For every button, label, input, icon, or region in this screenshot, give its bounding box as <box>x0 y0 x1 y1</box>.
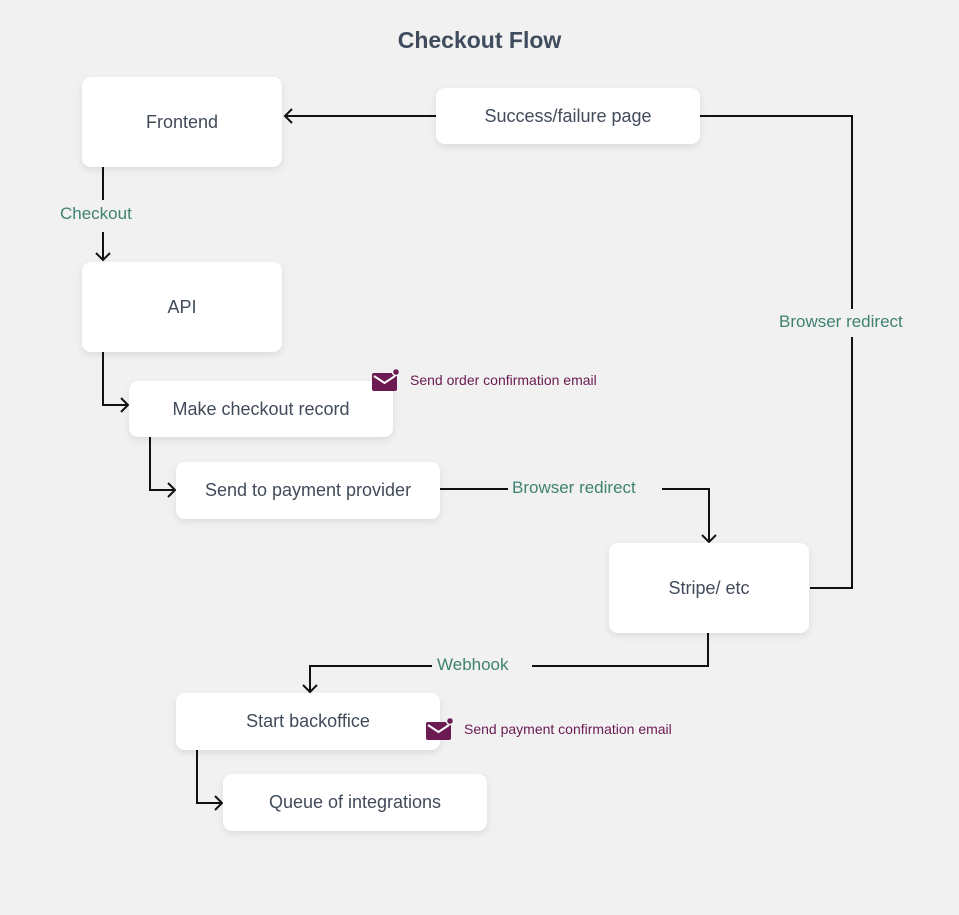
note-payment-email-text: Send payment confirmation email <box>464 721 672 737</box>
node-success-page[interactable]: Success/failure page <box>436 88 700 144</box>
note-order-email-text: Send order confirmation email <box>410 372 597 388</box>
node-payment-provider[interactable]: Send to payment provider <box>176 462 440 519</box>
edge-label-redirect-provider: Browser redirect <box>508 478 640 498</box>
mail-notification-icon <box>372 368 400 391</box>
edge-backoffice-integrations <box>196 750 222 804</box>
node-checkout-record[interactable]: Make checkout record <box>129 381 393 437</box>
diagram-title: Checkout Flow <box>397 27 562 53</box>
edge-label-webhook: Webhook <box>433 655 513 675</box>
mail-notification-icon <box>426 717 454 740</box>
edge-label-checkout: Checkout <box>56 204 136 224</box>
node-backoffice[interactable]: Start backoffice <box>176 693 440 750</box>
node-stripe[interactable]: Stripe/ etc <box>609 543 809 633</box>
node-integrations[interactable]: Queue of integrations <box>223 774 487 831</box>
node-api[interactable]: API <box>82 262 282 352</box>
note-order-email: Send order confirmation email <box>372 368 597 392</box>
edge-stripe-success <box>700 115 853 589</box>
edge-api-record <box>102 352 128 406</box>
edge-label-redirect-back: Browser redirect <box>775 312 907 332</box>
edge-record-provider <box>149 437 175 491</box>
note-payment-email: Send payment confirmation email <box>426 717 672 741</box>
node-frontend[interactable]: Frontend <box>82 77 282 167</box>
